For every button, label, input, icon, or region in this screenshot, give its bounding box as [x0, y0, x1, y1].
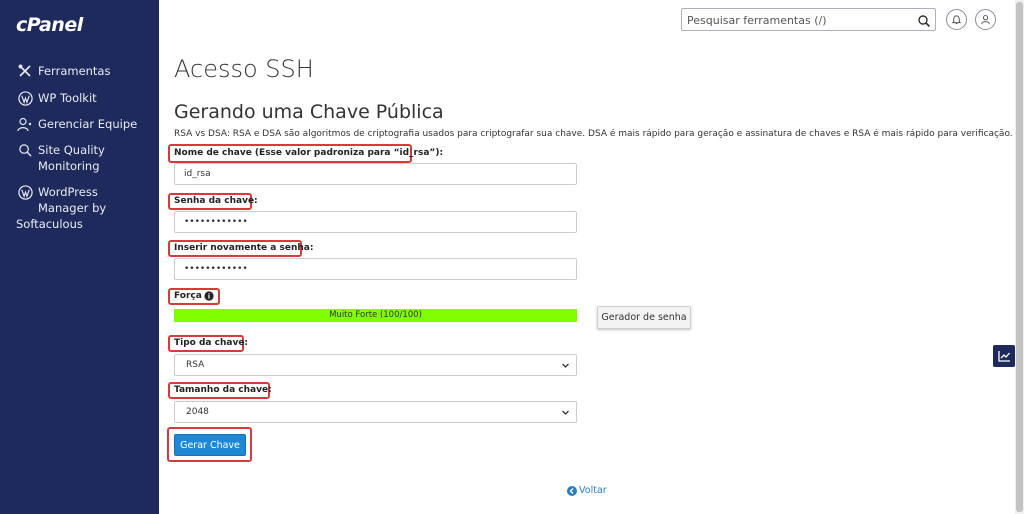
key-type-label: Tipo da chave:: [174, 338, 249, 348]
chevron-down-icon: [561, 361, 570, 370]
sidebar-item-gerenciar-equipe[interactable]: Gerenciar Equipe: [16, 116, 137, 132]
wordpress-icon: [16, 184, 34, 200]
sidebar: cPanel Ferramentas WP Toolkit Gerenciar …: [0, 0, 159, 514]
strength-text: Muito Forte (100/100): [329, 310, 422, 320]
sidebar-item-site-quality[interactable]: Site Quality Monitoring: [16, 142, 105, 174]
sidebar-item-ferramentas[interactable]: Ferramentas: [16, 63, 110, 79]
top-bar: [159, 0, 1024, 40]
user-icon: [980, 10, 991, 29]
sidebar-item-label: Softaculous: [16, 217, 83, 231]
page-title: Acesso SSH: [174, 55, 314, 83]
search-box[interactable]: [681, 8, 936, 31]
section-title: Gerando uma Chave Pública: [174, 101, 444, 123]
search-icon[interactable]: [917, 13, 931, 28]
sidebar-item-label: WordPress Manager by: [38, 185, 107, 215]
key-type-value: RSA: [186, 360, 205, 370]
sidebar-item-softaculous[interactable]: Softaculous: [16, 216, 83, 232]
sidebar-item-wp-toolkit[interactable]: WP Toolkit: [16, 90, 97, 106]
bell-icon: [951, 10, 962, 29]
tools-icon: [16, 63, 34, 79]
strength-meter: Muito Forte (100/100): [174, 309, 577, 322]
strength-label: Força: [174, 291, 202, 301]
key-type-select[interactable]: RSA: [174, 354, 577, 376]
key-size-label: Tamanho da chave:: [174, 385, 272, 395]
sidebar-item-label: Gerenciar Equipe: [38, 117, 138, 131]
back-link-label: Voltar: [579, 485, 607, 496]
chart-icon: [997, 347, 1011, 366]
sidebar-item-label: WP Toolkit: [38, 91, 97, 105]
team-icon: [16, 116, 34, 132]
key-size-value: 2048: [186, 407, 209, 417]
cpanel-logo[interactable]: cPanel: [16, 14, 83, 36]
notifications-button[interactable]: [946, 9, 967, 30]
sidebar-item-wordpress-manager[interactable]: WordPress Manager by: [16, 184, 106, 216]
sidebar-item-label: Site Quality Monitoring: [38, 143, 105, 173]
password-generator-button[interactable]: Gerador de senha: [597, 306, 691, 329]
confirm-password-input[interactable]: [174, 258, 577, 280]
stats-button[interactable]: [993, 345, 1015, 367]
password-input[interactable]: [174, 211, 577, 233]
strength-label-row: Força: [174, 291, 214, 301]
key-name-label: Nome de chave (Esse valor padroniza para…: [174, 148, 444, 158]
search-input[interactable]: [682, 10, 902, 31]
info-icon[interactable]: [204, 291, 214, 301]
site-quality-icon: [16, 142, 34, 158]
back-link[interactable]: Voltar: [567, 485, 607, 496]
scrollbar-thumb[interactable]: [1016, 2, 1023, 512]
sidebar-item-label: Ferramentas: [38, 64, 111, 78]
wordpress-icon: [16, 90, 34, 106]
key-name-input[interactable]: [174, 163, 577, 185]
page-scrollbar[interactable]: [1015, 0, 1024, 514]
password-label: Senha da chave:: [174, 196, 258, 206]
description-text: RSA vs DSA: RSA e DSA são algoritmos de …: [174, 129, 1013, 139]
key-size-select[interactable]: 2048: [174, 401, 577, 423]
chevron-down-icon: [561, 408, 570, 417]
confirm-password-label: Inserir novamente a senha:: [174, 243, 314, 253]
user-menu-button[interactable]: [975, 9, 996, 30]
generate-key-button[interactable]: Gerar Chave: [174, 434, 246, 456]
arrow-left-icon: [567, 485, 577, 496]
